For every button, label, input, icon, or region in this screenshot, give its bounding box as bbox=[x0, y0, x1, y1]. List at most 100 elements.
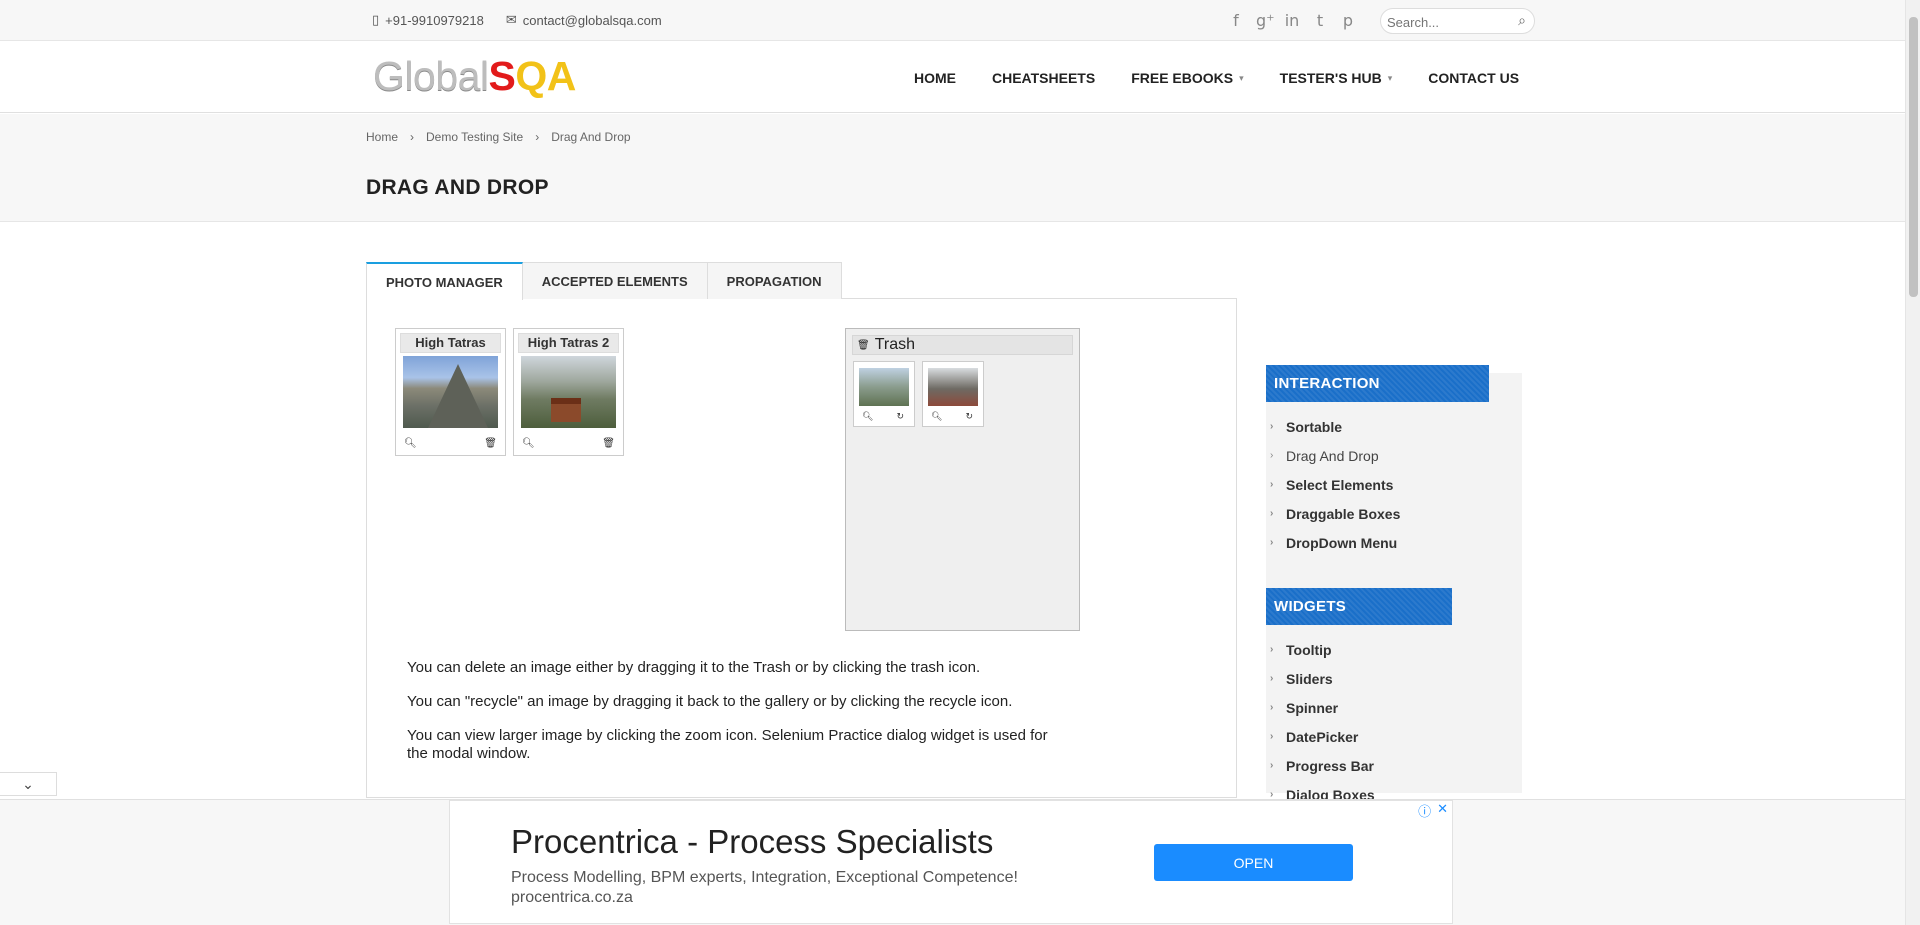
chevron-down-icon: ▾ bbox=[1239, 72, 1244, 83]
sidebar-item-sliders[interactable]: › Sliders bbox=[1270, 664, 1375, 693]
pinterest-icon[interactable]: p bbox=[1340, 11, 1356, 30]
photo-title: High Tatras bbox=[400, 333, 501, 353]
chevron-right-icon: › bbox=[1270, 644, 1274, 655]
nav-contact-us[interactable]: CONTACT US bbox=[1428, 70, 1519, 86]
sidebar-item-drag-and-drop[interactable]: › Drag And Drop bbox=[1270, 441, 1400, 470]
chevron-down-icon: ⌄ bbox=[22, 775, 34, 792]
sidebar-item-sortable[interactable]: › Sortable bbox=[1270, 412, 1400, 441]
phone-contact: ▯ +91-9910979218 bbox=[372, 12, 484, 28]
nav-cheatsheets[interactable]: CHEATSHEETS bbox=[992, 70, 1095, 86]
chevron-right-icon: › bbox=[1270, 450, 1274, 461]
ad-domain: procentrica.co.za bbox=[511, 889, 633, 906]
trash-dropzone[interactable]: 🗑︎ Trash 🔍︎ ↻ 🔍︎ ↻ bbox=[845, 328, 1080, 631]
tab-accepted-elements[interactable]: ACCEPTED ELEMENTS bbox=[521, 262, 708, 299]
instruction-text: You can view larger image by clicking th… bbox=[407, 727, 1048, 762]
tab-photo-manager[interactable]: PHOTO MANAGER bbox=[366, 262, 523, 300]
contact-info: ▯ +91-9910979218 ✉ contact@globalsqa.com bbox=[372, 12, 662, 28]
page-title: DRAG AND DROP bbox=[366, 176, 549, 199]
sidebar-item-draggable-boxes[interactable]: › Draggable Boxes bbox=[1270, 499, 1400, 528]
zoom-icon[interactable]: 🔍︎ bbox=[931, 411, 942, 422]
google-plus-icon[interactable]: g⁺ bbox=[1256, 11, 1275, 30]
nav-testers-hub-label: TESTER'S HUB bbox=[1279, 70, 1382, 86]
zoom-icon[interactable]: 🔍︎ bbox=[522, 438, 535, 449]
breadcrumb: Home › Demo Testing Site › Drag And Drop bbox=[366, 130, 631, 144]
trashed-photo[interactable]: 🔍︎ ↻ bbox=[922, 361, 984, 427]
ad-description: Process Modelling, BPM experts, Integrat… bbox=[511, 869, 1018, 886]
phone-icon: ▯ bbox=[372, 12, 380, 27]
chevron-right-icon: › bbox=[1270, 702, 1274, 713]
top-bar: ▯ +91-9910979218 ✉ contact@globalsqa.com… bbox=[0, 0, 1905, 41]
sidebar-heading-interaction: INTERACTION bbox=[1266, 365, 1489, 402]
trash-icon[interactable]: 🗑︎ bbox=[484, 438, 497, 449]
site-logo[interactable]: GlobalSQA bbox=[373, 53, 576, 100]
site-header: GlobalSQA HOME CHEATSHEETS FREE EBOOKS ▾… bbox=[0, 41, 1905, 113]
sidebar-item-dropdown-menu[interactable]: › DropDown Menu bbox=[1270, 528, 1400, 557]
trash-icon[interactable]: 🗑︎ bbox=[602, 438, 615, 449]
trashed-photo-image bbox=[859, 368, 909, 406]
sidebar-item-datepicker[interactable]: › DatePicker bbox=[1270, 722, 1375, 751]
instruction-text: You can delete an image either by draggi… bbox=[407, 659, 981, 676]
facebook-icon[interactable]: f bbox=[1228, 11, 1244, 30]
recycle-icon[interactable]: ↻ bbox=[965, 411, 973, 422]
phone-number: +91-9910979218 bbox=[385, 12, 484, 28]
ad-info-icon[interactable]: ⓘ bbox=[1418, 801, 1431, 820]
zoom-icon[interactable]: 🔍︎ bbox=[404, 438, 417, 449]
sidebar-heading-widgets: WIDGETS bbox=[1266, 588, 1452, 625]
email-contact[interactable]: ✉ contact@globalsqa.com bbox=[506, 12, 662, 28]
trash-title: Trash bbox=[874, 336, 916, 353]
search-input[interactable] bbox=[1387, 13, 1507, 31]
photo-gallery: High Tatras 🔍︎ 🗑︎ High Tatras 2 🔍︎ 🗑︎ bbox=[395, 328, 624, 456]
sidebar-item-tooltip[interactable]: › Tooltip bbox=[1270, 635, 1375, 664]
email-address[interactable]: contact@globalsqa.com bbox=[523, 13, 662, 28]
sidebar-item-progress-bar[interactable]: › Progress Bar bbox=[1270, 751, 1375, 780]
mail-icon: ✉ bbox=[505, 12, 517, 27]
instruction-text: You can "recycle" an image by dragging i… bbox=[407, 693, 1013, 710]
nav-free-ebooks[interactable]: FREE EBOOKS ▾ bbox=[1131, 70, 1243, 86]
instructions: You can delete an image either by draggi… bbox=[407, 659, 1057, 779]
breadcrumb-demo[interactable]: Demo Testing Site bbox=[426, 130, 523, 144]
recycle-icon[interactable]: ↻ bbox=[896, 411, 904, 422]
scrollbar-thumb[interactable] bbox=[1909, 17, 1918, 297]
main-nav: HOME CHEATSHEETS FREE EBOOKS ▾ TESTER'S … bbox=[914, 70, 1519, 86]
chevron-down-icon: ▾ bbox=[1387, 72, 1393, 83]
photo-title: High Tatras 2 bbox=[518, 333, 619, 353]
breadcrumb-separator: › bbox=[410, 130, 415, 144]
photo-image bbox=[403, 356, 498, 428]
close-icon[interactable]: ✕ bbox=[1437, 801, 1448, 820]
chevron-right-icon: › bbox=[1270, 537, 1274, 548]
twitter-icon[interactable]: t bbox=[1312, 11, 1328, 30]
tab-propagation[interactable]: PROPAGATION bbox=[706, 262, 842, 299]
sidebar-interaction-list: › Sortable › Drag And Drop › Select Element… bbox=[1270, 412, 1400, 557]
linkedin-icon[interactable]: in bbox=[1284, 11, 1300, 30]
title-bar: Home › Demo Testing Site › Drag And Drop… bbox=[0, 114, 1905, 222]
chevron-right-icon: › bbox=[1270, 508, 1274, 519]
chevron-right-icon: › bbox=[1270, 760, 1274, 771]
chevron-right-icon: › bbox=[1270, 421, 1274, 432]
trashed-photo[interactable]: 🔍︎ ↻ bbox=[853, 361, 915, 427]
breadcrumb-home[interactable]: Home bbox=[366, 130, 398, 144]
gallery-photo[interactable]: High Tatras 2 🔍︎ 🗑︎ bbox=[513, 328, 624, 456]
nav-free-ebooks-label: FREE EBOOKS bbox=[1131, 70, 1234, 86]
search-icon[interactable]: ⌕ bbox=[1518, 12, 1526, 29]
collapse-toggle[interactable]: ⌄ bbox=[0, 772, 57, 796]
chevron-right-icon: › bbox=[1270, 673, 1274, 684]
nav-testers-hub[interactable]: TESTER'S HUB ▾ bbox=[1280, 70, 1393, 86]
ad-subtitle: Process Modelling, BPM experts, Integrat… bbox=[511, 868, 1018, 908]
breadcrumb-current: Drag And Drop bbox=[551, 130, 631, 144]
page-scrollbar[interactable] bbox=[1905, 0, 1920, 925]
zoom-icon[interactable]: 🔍︎ bbox=[862, 411, 873, 422]
sidebar-item-spinner[interactable]: › Spinner bbox=[1270, 693, 1375, 722]
breadcrumb-separator: › bbox=[535, 130, 540, 144]
trashed-photo-image bbox=[928, 368, 978, 406]
gallery-photo[interactable]: High Tatras 🔍︎ 🗑︎ bbox=[395, 328, 506, 456]
trash-header: 🗑︎ Trash bbox=[852, 335, 1073, 355]
trash-icon: 🗑︎ bbox=[857, 339, 870, 351]
ad-title[interactable]: Procentrica - Process Specialists bbox=[511, 823, 993, 861]
nav-home[interactable]: HOME bbox=[914, 70, 956, 86]
chevron-right-icon: › bbox=[1270, 479, 1274, 490]
ad-open-button[interactable]: OPEN bbox=[1154, 844, 1353, 881]
tab-bar: PHOTO MANAGER ACCEPTED ELEMENTS PROPAGAT… bbox=[366, 262, 842, 300]
sidebar-item-select-elements[interactable]: › Select Elements bbox=[1270, 470, 1400, 499]
ad-banner[interactable]: ⓘ ✕ Procentrica - Process Specialists Pr… bbox=[449, 800, 1453, 924]
photo-image bbox=[521, 356, 616, 428]
